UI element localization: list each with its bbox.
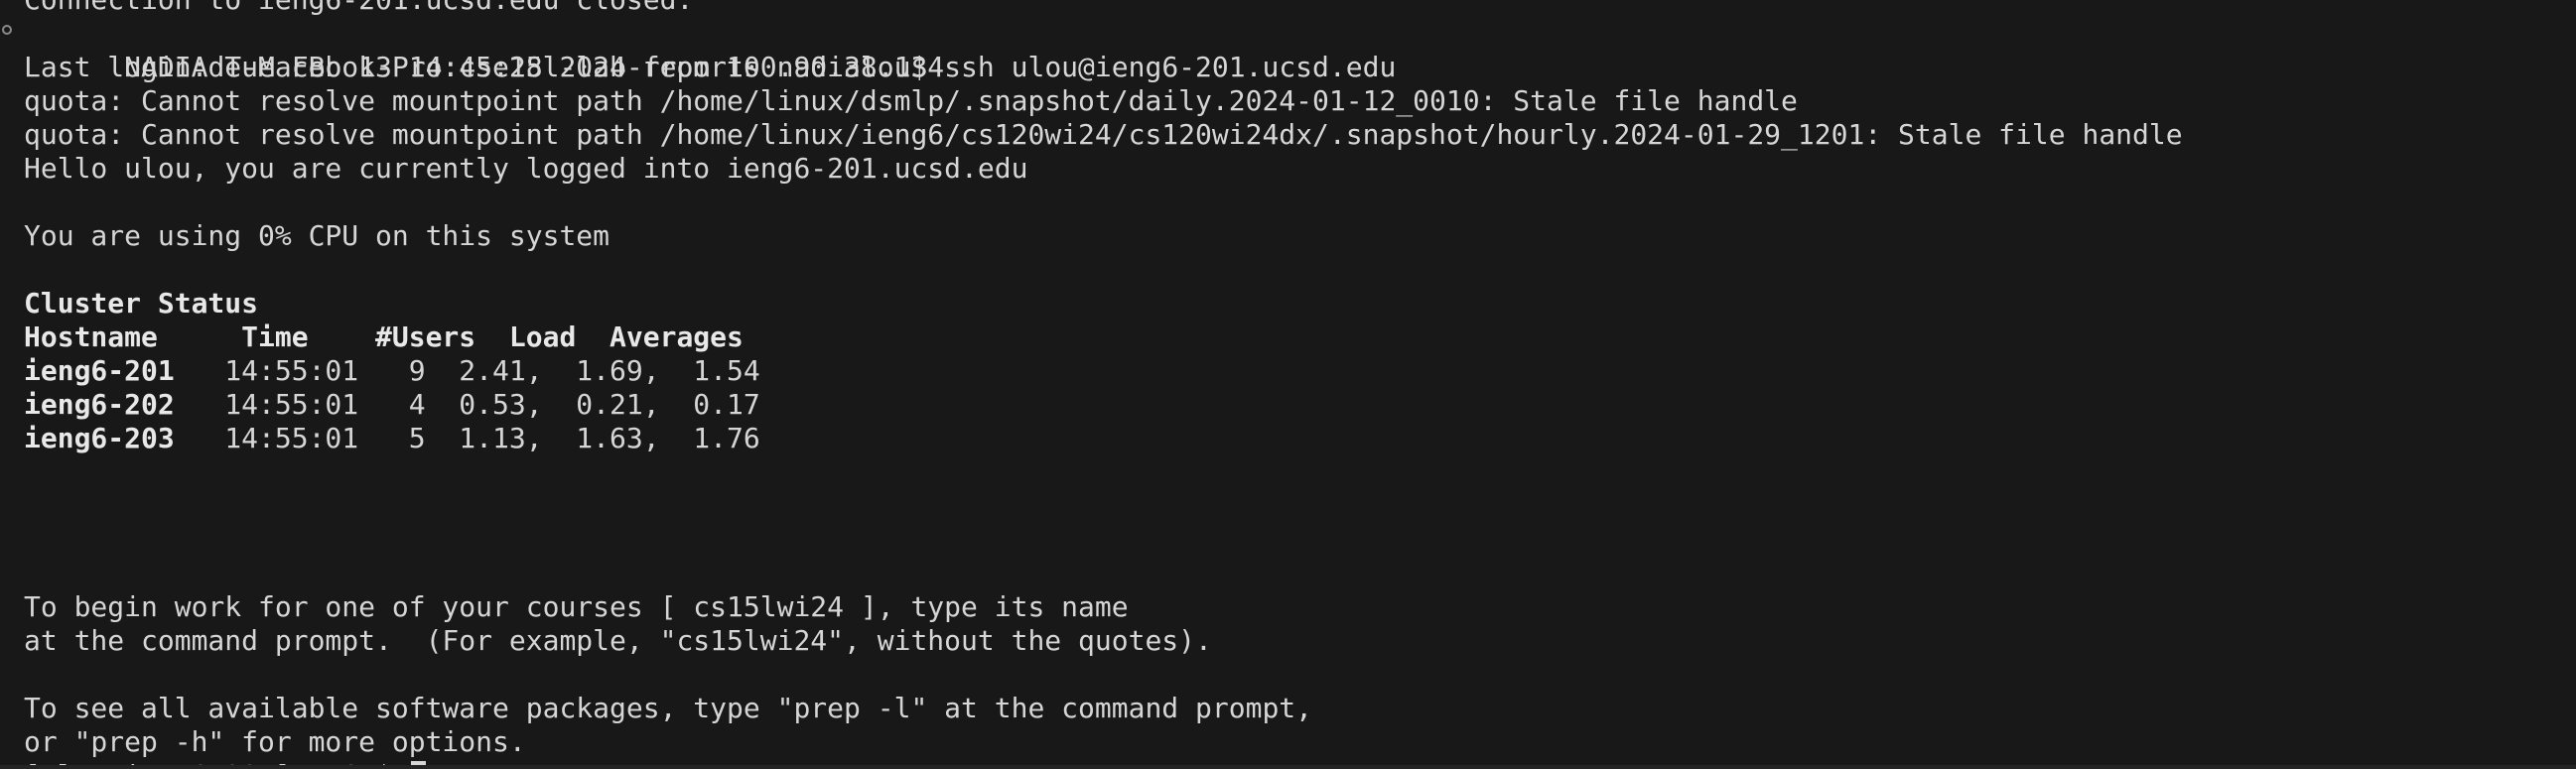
cluster-stats: 14:55:01 9 2.41, 1.69, 1.54	[174, 354, 760, 387]
output-line-packages-1: To see all available software packages, …	[24, 692, 1313, 724]
cluster-stats: 14:55:01 4 0.53, 0.21, 0.17	[174, 388, 760, 421]
terminal-window[interactable]: Connection to ieng6-201.ucsd.edu closed.…	[0, 0, 2576, 769]
output-line-packages-2: or "prep -h" for more options.	[24, 725, 526, 758]
cluster-table-row: ieng6-203 14:55:01 5 1.13, 1.63, 1.76	[24, 422, 2576, 455]
command-marker-icon	[2, 25, 12, 35]
cluster-stats: 14:55:01 5 1.13, 1.63, 1.76	[174, 422, 760, 454]
output-line-hello: Hello ulou, you are currently logged int…	[24, 152, 1028, 185]
cluster-table-row: ieng6-201 14:55:01 9 2.41, 1.69, 1.54	[24, 354, 2576, 388]
local-command-text: NADIAde-MacBook-Pro:cse15l-lab-reports n…	[124, 51, 1397, 83]
output-line-begin-work-1: To begin work for one of your courses [ …	[24, 590, 1129, 623]
terminal-output: Connection to ieng6-201.ucsd.edu closed.…	[2, 0, 2576, 769]
output-line-local-prompt: NADIAde-MacBook-Pro:cse15l-lab-reports n…	[2, 17, 2576, 83]
output-line-connection-closed: Connection to ieng6-201.ucsd.edu closed.	[24, 0, 2576, 17]
cluster-table-row: ieng6-202 14:55:01 4 0.53, 0.21, 0.17	[24, 388, 2576, 422]
cluster-hostname: ieng6-202	[24, 388, 175, 421]
cluster-hostname: ieng6-203	[24, 422, 175, 454]
output-line-begin-work-2: at the command prompt. (For example, "cs…	[24, 624, 1212, 657]
output-line-quota-2: quota: Cannot resolve mountpoint path /h…	[24, 118, 2183, 151]
cluster-table: ieng6-201 14:55:01 9 2.41, 1.69, 1.54 ie…	[24, 354, 2576, 455]
bottom-divider	[0, 765, 2576, 769]
cluster-status-title: Cluster Status	[24, 287, 259, 320]
cluster-table-header: Hostname Time #Users Load Averages	[24, 320, 744, 353]
output-line-quota-1: quota: Cannot resolve mountpoint path /h…	[24, 84, 1798, 117]
cluster-hostname: ieng6-201	[24, 354, 175, 387]
output-line-cpu: You are using 0% CPU on this system	[24, 219, 610, 252]
